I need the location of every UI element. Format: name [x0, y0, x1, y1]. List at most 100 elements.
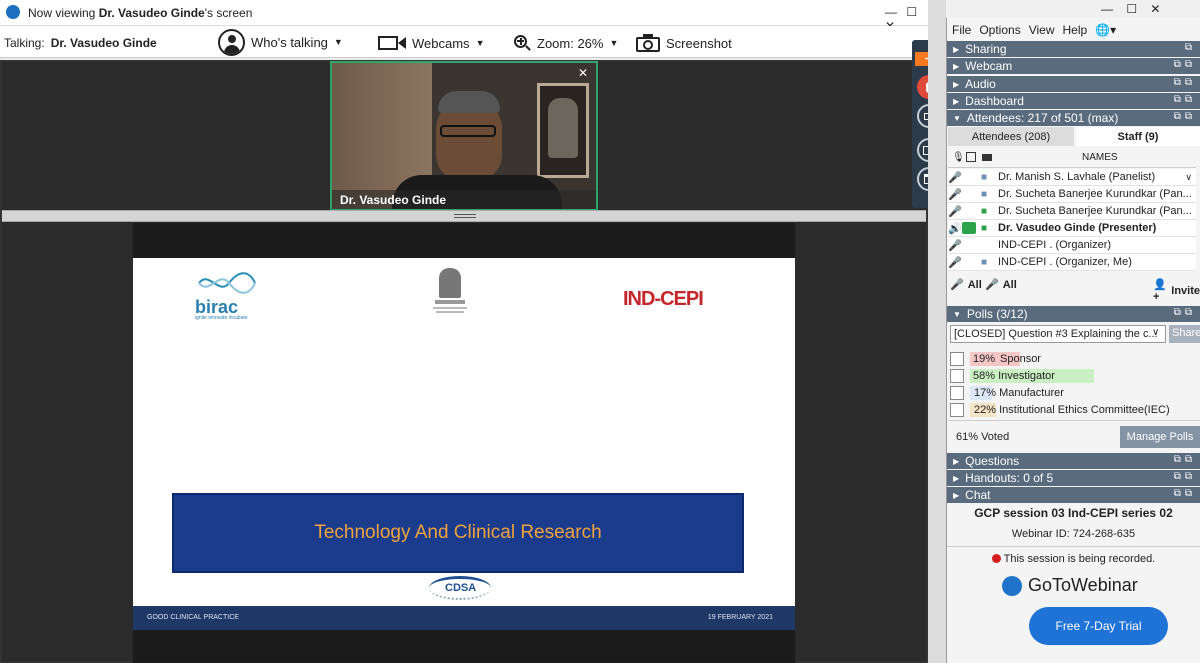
- chevron-down-icon: ▼: [475, 38, 485, 48]
- mic-muted-icon[interactable]: 🎤: [948, 188, 962, 201]
- tab-attendees[interactable]: Attendees (208): [948, 127, 1074, 146]
- close-icon[interactable]: ✕: [578, 66, 588, 80]
- section-questions[interactable]: ▶ Questions ⧉⧉: [947, 453, 1200, 469]
- govt-emblem-icon: [433, 268, 467, 320]
- section-webcam[interactable]: ▶ Webcam ⧉⧉: [947, 58, 1200, 74]
- zoom-in-icon: [513, 34, 531, 52]
- popout-icon[interactable]: ⧉⧉: [1174, 59, 1196, 70]
- webcam-feed[interactable]: Dr. Vasudeo Ginde ✕: [330, 61, 598, 211]
- zoom-button[interactable]: Zoom: 26% ▼: [513, 32, 618, 54]
- staff-row[interactable]: 🎤 ■ IND-CEPI . (Organizer, Me): [948, 254, 1196, 271]
- popout-icon[interactable]: ⧉⧉: [1174, 488, 1196, 499]
- menu-help[interactable]: Help: [1063, 23, 1088, 37]
- section-chat[interactable]: ▶ Chat ⧉⧉: [947, 487, 1200, 503]
- person-icon: [218, 28, 245, 56]
- chevron-down-icon[interactable]: ∨: [1185, 172, 1196, 183]
- title-prefix: Now viewing: [28, 6, 99, 20]
- popout-icon[interactable]: ⧉⧉: [1174, 111, 1196, 122]
- free-trial-button[interactable]: Free 7-Day Trial: [1029, 607, 1168, 645]
- webinar-id: Webinar ID: 724-268-635: [1011, 528, 1136, 540]
- chevron-down-icon[interactable]: ∨: [1152, 327, 1159, 338]
- mic-muted-icon[interactable]: 🎤: [948, 205, 962, 218]
- webcam-icon: [378, 36, 406, 50]
- mic-column-icon[interactable]: 🎙: [952, 152, 965, 163]
- session-title: GCP session 03 Ind-CEPI series 02: [974, 506, 1173, 520]
- presenter-column-icon[interactable]: [966, 152, 976, 162]
- globe-icon[interactable]: 🌐▾: [1095, 23, 1116, 37]
- share-poll-button[interactable]: Share: [1169, 325, 1200, 343]
- names-column-header[interactable]: NAMES: [1082, 152, 1118, 163]
- poll-select[interactable]: [CLOSED] Question #3 Explaining the c...: [950, 325, 1166, 343]
- poll-checkbox[interactable]: [950, 403, 964, 417]
- cam-column-icon[interactable]: [982, 154, 992, 161]
- poll-option[interactable]: 19% Sponsor: [950, 351, 1041, 367]
- section-attendees[interactable]: ▼ Attendees: 217 of 501 (max) ⧉⧉: [947, 110, 1200, 126]
- birac-logo: birac ignite innovate incubate: [195, 270, 259, 321]
- staff-name: Dr. Sucheta Banerjee Kurundkar (Pan...: [998, 188, 1192, 200]
- cdsa-logo: CDSA: [429, 576, 499, 604]
- section-chat-label: Chat: [965, 488, 991, 502]
- section-audio[interactable]: ▶ Audio ⧉⧉: [947, 76, 1200, 92]
- popout-icon[interactable]: ⧉⧉: [1174, 77, 1196, 88]
- panel-menubar: File Options View Help 🌐▾: [946, 20, 1200, 40]
- manage-polls-button[interactable]: Manage Polls: [1120, 426, 1200, 448]
- poll-label: Institutional Ethics Committee(IEC): [999, 404, 1170, 416]
- poll-label: Investigator: [998, 370, 1055, 382]
- section-sharing-label: Sharing: [965, 42, 1007, 56]
- poll-option[interactable]: 17% Manufacturer: [950, 385, 1064, 401]
- unmute-all-button[interactable]: 🎤 All: [985, 278, 1017, 292]
- divider: [948, 420, 1200, 421]
- section-questions-label: Questions: [965, 454, 1020, 468]
- popout-icon[interactable]: ⧉⧉: [1174, 471, 1196, 482]
- section-sharing[interactable]: ▶ Sharing ⧉: [947, 41, 1200, 57]
- split-divider[interactable]: [2, 210, 926, 222]
- camera-icon: [636, 34, 660, 52]
- poll-label: Sponsor: [1000, 353, 1041, 365]
- webcam-icon: ■: [980, 256, 988, 268]
- mic-muted-icon: 🎤: [950, 279, 964, 291]
- poll-option[interactable]: 22% Institutional Ethics Committee(IEC): [950, 402, 1170, 418]
- menu-view[interactable]: View: [1029, 23, 1055, 37]
- triangle-right-icon: ▶: [953, 456, 960, 466]
- staff-row[interactable]: 🎤 IND-CEPI . (Organizer): [948, 237, 1196, 254]
- mic-muted-icon[interactable]: 🎤: [948, 239, 962, 252]
- drag-handle-icon[interactable]: [454, 214, 476, 218]
- popout-icon[interactable]: ⧉⧉: [1174, 454, 1196, 465]
- section-polls[interactable]: ▼ Polls (3/12) ⧉⧉: [947, 306, 1200, 322]
- popout-icon[interactable]: ⧉: [1185, 42, 1196, 53]
- popout-icon[interactable]: ⧉⧉: [1174, 94, 1196, 105]
- voted-text: 61% Voted: [956, 431, 1010, 443]
- tab-staff[interactable]: Staff (9): [1076, 127, 1200, 146]
- panel-titlebar: — ☐ ✕: [946, 0, 1200, 18]
- whos-talking-button[interactable]: Who's talking ▼: [218, 28, 343, 56]
- webcams-button[interactable]: Webcams ▼: [378, 32, 484, 54]
- poll-option[interactable]: 58% Investigator: [950, 368, 1094, 384]
- presentation-slide: birac ignite innovate incubate IND-CEPI …: [133, 258, 795, 630]
- poll-checkbox[interactable]: [950, 352, 964, 366]
- invite-button[interactable]: 👤+ Invite: [1153, 278, 1200, 303]
- staff-row[interactable]: 🎤 ■ Dr. Manish S. Lavhale (Panelist) ∨: [948, 169, 1196, 186]
- section-handouts[interactable]: ▶ Handouts: 0 of 5 ⧉⧉: [947, 470, 1200, 486]
- staff-row[interactable]: 🎤 ■ Dr. Sucheta Banerjee Kurundkar (Pan..…: [948, 186, 1196, 203]
- triangle-right-icon: ▶: [953, 96, 960, 106]
- birac-tagline: ignite innovate incubate: [195, 315, 248, 321]
- recording-dot-icon: [991, 554, 1001, 563]
- flower-logo-icon: [1002, 575, 1022, 596]
- mic-muted-icon[interactable]: 🎤: [948, 171, 962, 184]
- poll-checkbox[interactable]: [950, 369, 964, 383]
- staff-row[interactable]: 🎤 ■ Dr. Sucheta Banerjee Kurundkar (Pan..…: [948, 203, 1196, 220]
- poll-bar: 58% Investigator: [970, 369, 1094, 383]
- mute-all-button[interactable]: 🎤 All: [950, 278, 982, 292]
- poll-pct: 17%: [974, 387, 997, 399]
- section-dashboard[interactable]: ▶ Dashboard ⧉⧉: [947, 93, 1200, 109]
- popout-icon[interactable]: ⧉⧉: [1174, 307, 1196, 318]
- menu-options[interactable]: Options: [979, 23, 1020, 37]
- webcams-label: Webcams: [412, 35, 470, 51]
- menu-file[interactable]: File: [952, 23, 971, 37]
- mic-muted-icon[interactable]: 🎤: [948, 256, 962, 269]
- speaking-icon[interactable]: 🔊: [948, 222, 962, 235]
- panel-window-controls[interactable]: — ☐ ✕: [1101, 2, 1165, 16]
- staff-row-presenter[interactable]: 🔊 ■ Dr. Vasudeo Ginde (Presenter): [948, 220, 1196, 237]
- screenshot-button[interactable]: Screenshot: [636, 32, 732, 54]
- poll-checkbox[interactable]: [950, 386, 964, 400]
